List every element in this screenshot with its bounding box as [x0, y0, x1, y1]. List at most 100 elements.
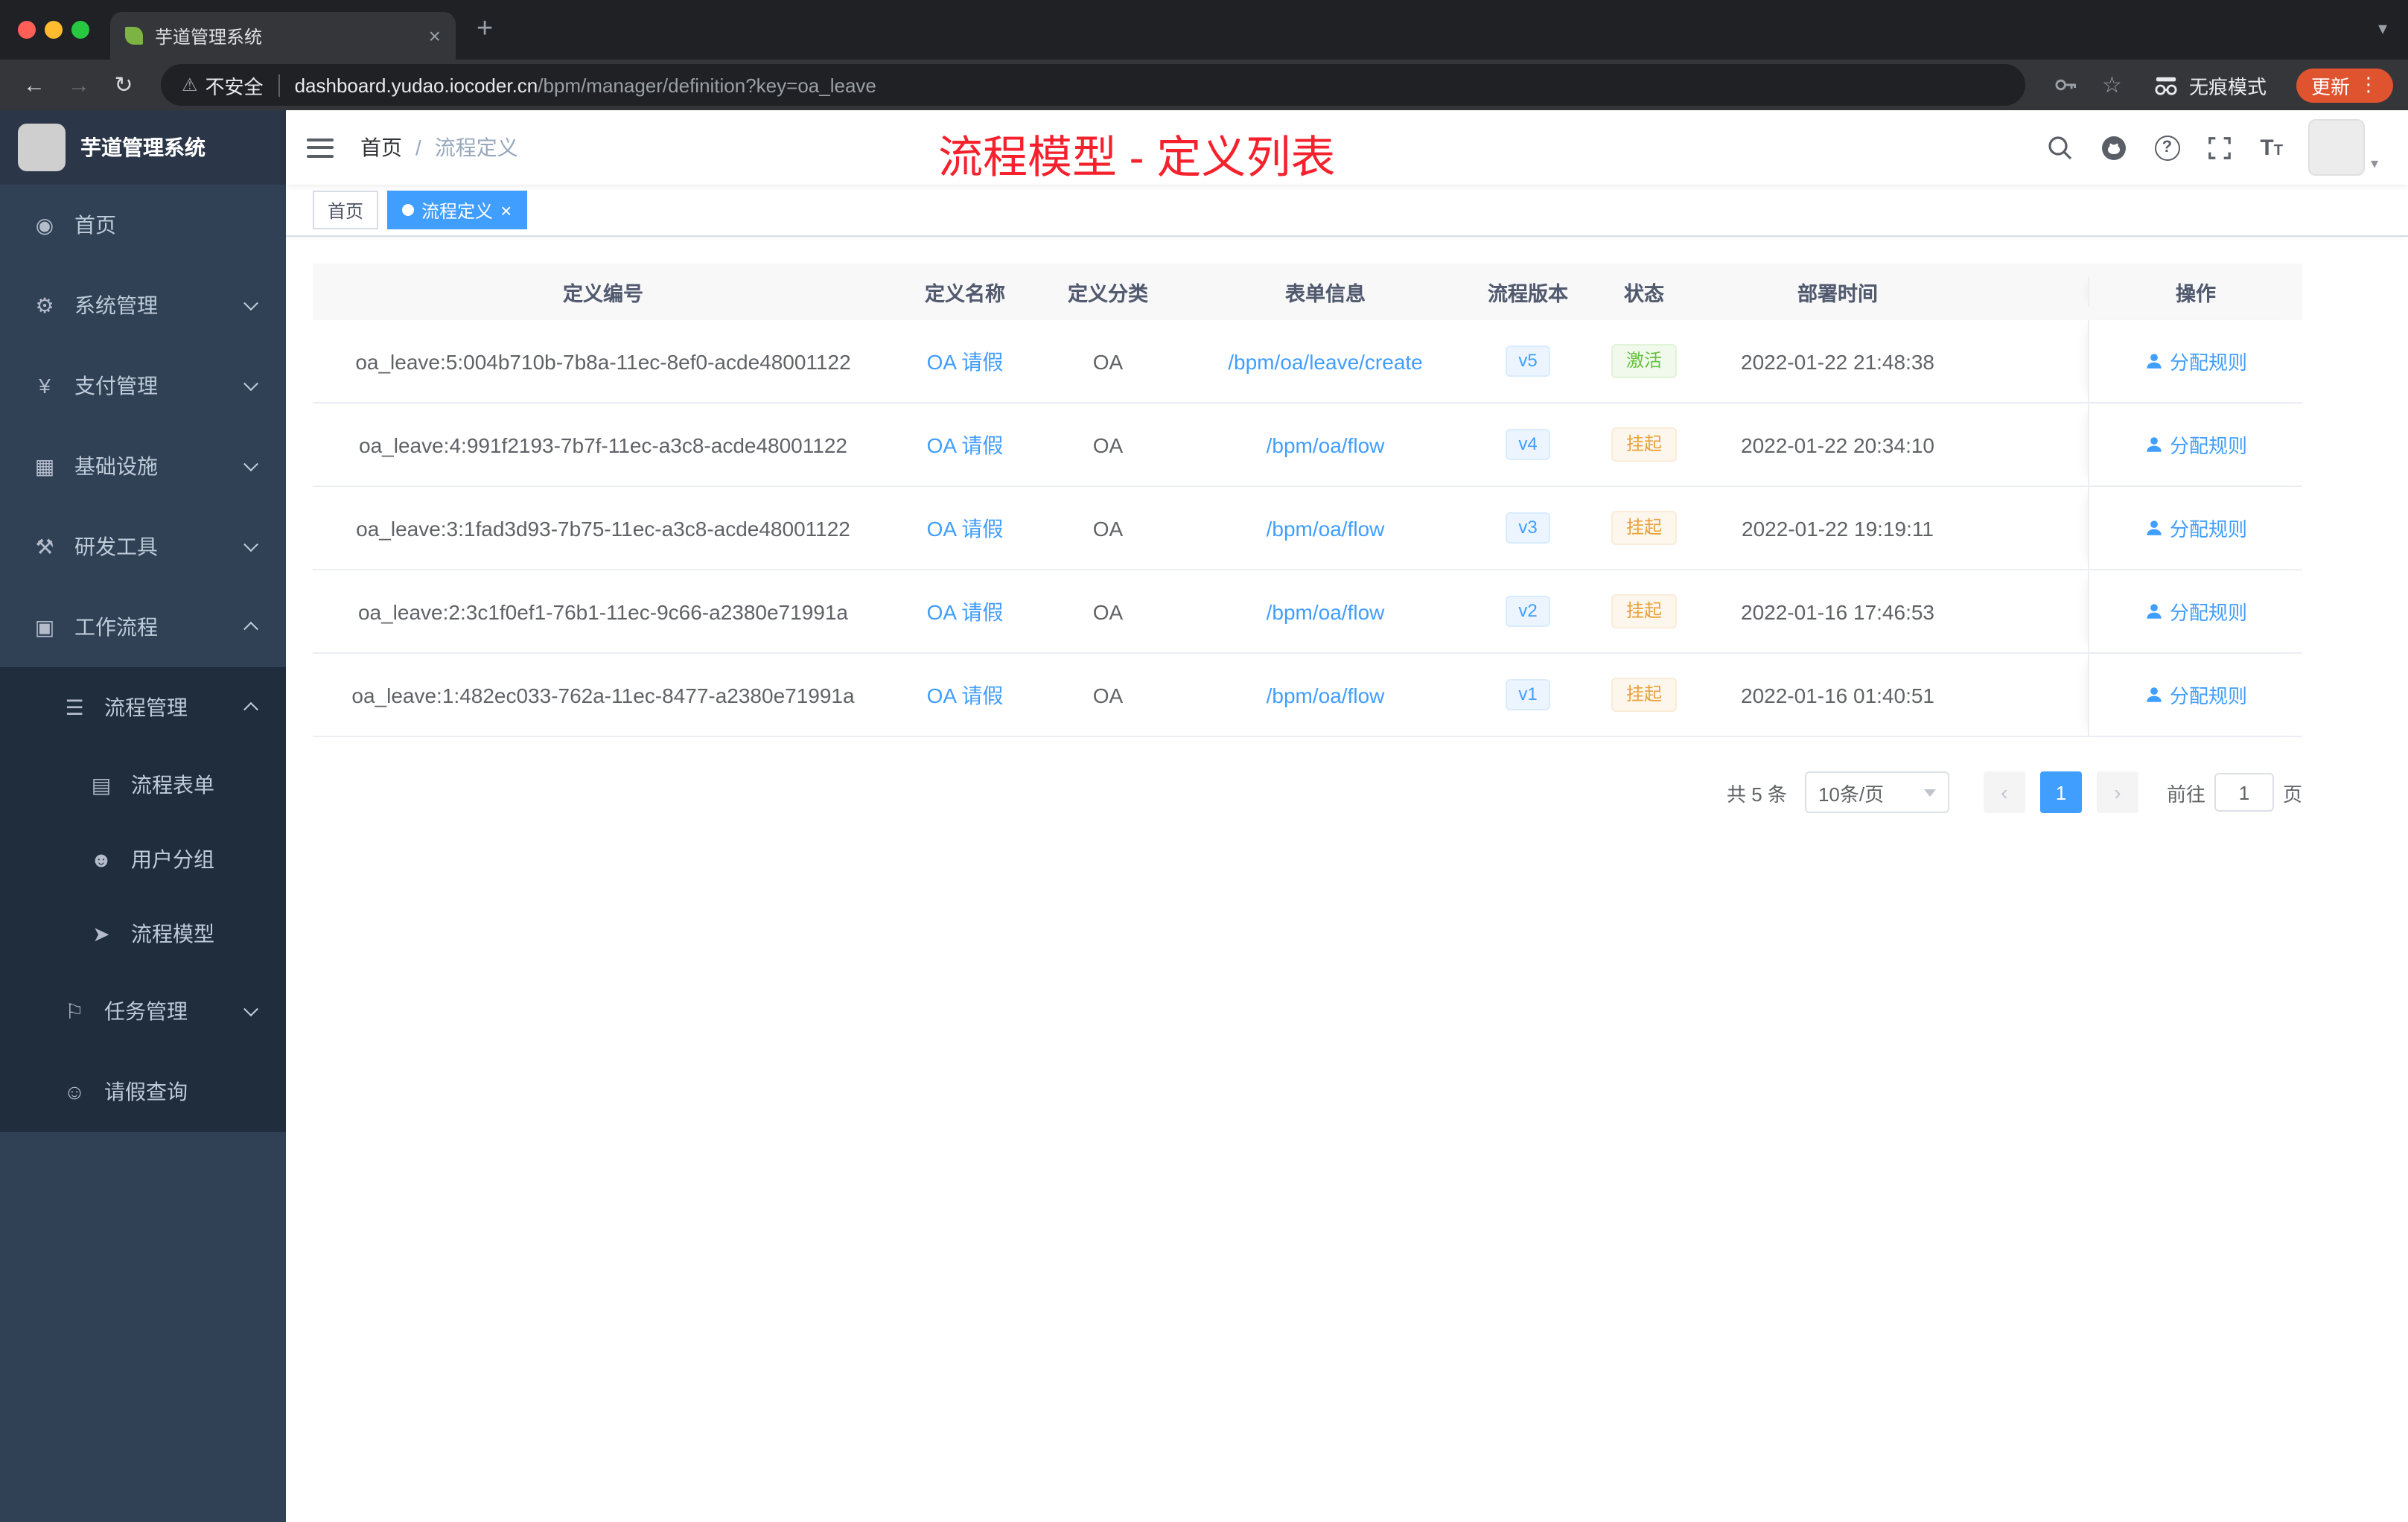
cell-definition-id: oa_leave:5:004b710b-7b8a-11ec-8ef0-acde4…: [355, 349, 851, 373]
reload-button[interactable]: ↻: [104, 71, 143, 98]
table-row: oa_leave:3:1fad3d93-7b75-11ec-a3c8-acde4…: [313, 487, 2302, 570]
form-info-link[interactable]: /bpm/oa/flow: [1267, 599, 1385, 623]
sidebar-item-process-management[interactable]: ☰ 流程管理: [0, 667, 286, 748]
user-icon: [2147, 354, 2162, 369]
prev-page-button[interactable]: ‹: [1983, 771, 2025, 813]
col-process-version: 流程版本: [1488, 283, 1568, 305]
assign-rule-link[interactable]: 分配规则: [2144, 681, 2247, 709]
sidebar-item-label: 首页: [74, 213, 116, 237]
not-secure-label[interactable]: 不安全: [206, 71, 264, 99]
current-page-button[interactable]: 1: [2039, 771, 2082, 813]
paper-plane-icon: ➤: [92, 921, 110, 945]
definition-name-link[interactable]: OA 请假: [927, 513, 1004, 543]
forward-button: →: [68, 72, 90, 98]
hamburger-icon[interactable]: [307, 138, 334, 157]
definition-name-link[interactable]: OA 请假: [927, 346, 1004, 376]
tag-process-definition[interactable]: 流程定义 ×: [387, 191, 527, 229]
tag-label: 流程定义: [421, 200, 494, 221]
definition-name-link[interactable]: OA 请假: [927, 596, 1004, 626]
zoom-window-button[interactable]: [71, 21, 89, 39]
main-panel: 首页 / 流程定义 流程模型 - 定义列表 ? TT ▾ 首页 流程定义 × 定…: [286, 110, 2408, 1522]
sidebar-item-home[interactable]: ◉ 首页: [0, 185, 286, 265]
address-bar[interactable]: ⚠ 不安全 dashboard.yudao.iocoder.cn /bpm/ma…: [161, 64, 2025, 106]
chevron-down-icon: [243, 296, 258, 311]
page-size-select[interactable]: 10条/页: [1804, 771, 1949, 813]
cell-definition-id: oa_leave:3:1fad3d93-7b75-11ec-a3c8-acde4…: [356, 516, 850, 540]
table-row: oa_leave:5:004b710b-7b8a-11ec-8ef0-acde4…: [313, 320, 2302, 404]
breadcrumb-home-link[interactable]: 首页: [360, 133, 402, 162]
sidebar-item-label: 流程模型: [131, 922, 214, 946]
col-definition-category: 定义分类: [1068, 283, 1148, 305]
assign-rule-link[interactable]: 分配规则: [2144, 514, 2247, 542]
assign-rule-link[interactable]: 分配规则: [2144, 597, 2247, 625]
definition-name-link[interactable]: OA 请假: [927, 430, 1004, 459]
new-tab-button[interactable]: +: [477, 13, 493, 46]
assign-rule-link[interactable]: 分配规则: [2144, 347, 2247, 375]
form-info-link[interactable]: /bpm/oa/flow: [1267, 516, 1385, 540]
cell-deploy-time: 2022-01-22 20:34:10: [1741, 433, 1934, 456]
tab-favicon-icon: [125, 27, 143, 45]
help-icon[interactable]: ?: [2154, 135, 2180, 160]
sidebar-item-label: 研发工具: [74, 535, 158, 558]
sidebar-item-payment[interactable]: ¥ 支付管理: [0, 346, 286, 426]
sidebar-logo[interactable]: 芋道管理系统: [0, 110, 286, 185]
browser-tab-strip: 芋道管理系统 × + ▾: [0, 0, 2408, 60]
chevron-up-icon: [243, 621, 258, 637]
github-icon[interactable]: [2099, 133, 2129, 162]
sidebar-item-devtools[interactable]: ⚒ 研发工具: [0, 506, 286, 587]
back-button[interactable]: ←: [15, 72, 54, 98]
table-header: 定义编号 定义名称 定义分类 表单信息 流程版本 状态 部署时间 操作: [313, 264, 2302, 320]
logo-image: [18, 124, 66, 171]
incognito-label: 无痕模式: [2188, 75, 2267, 98]
total-count: 共 5 条: [1727, 783, 1787, 805]
sidebar-item-label: 流程表单: [131, 773, 214, 797]
url-separator: [278, 74, 280, 96]
page-size-value: 10条/页: [1818, 783, 1885, 805]
version-badge: v4: [1505, 428, 1551, 461]
font-size-icon[interactable]: TT: [2260, 135, 2283, 160]
version-badge: v3: [1505, 512, 1551, 544]
sidebar-item-user-group[interactable]: ☻ 用户分组: [0, 822, 286, 897]
sidebar-item-process-model[interactable]: ➤ 流程模型: [0, 897, 286, 971]
menu-dots-icon[interactable]: ⋮: [2359, 73, 2378, 97]
sidebar-item-leave-query[interactable]: ☺ 请假查询: [0, 1051, 286, 1132]
bookmark-star-icon[interactable]: ☆: [2102, 71, 2122, 98]
version-badge: v5: [1505, 345, 1551, 378]
user-menu[interactable]: ▾: [2307, 119, 2378, 176]
fullscreen-icon[interactable]: [2205, 133, 2235, 162]
form-info-link[interactable]: /bpm/oa/flow: [1267, 683, 1385, 707]
password-key-icon[interactable]: [2051, 71, 2078, 98]
next-page-button[interactable]: ›: [2096, 771, 2138, 813]
browser-update-button[interactable]: 更新 ⋮: [2296, 68, 2393, 102]
tag-close-icon[interactable]: ×: [500, 200, 512, 220]
avatar[interactable]: [2307, 119, 2365, 176]
minimize-window-button[interactable]: [45, 21, 63, 39]
assign-rule-link[interactable]: 分配规则: [2144, 430, 2247, 459]
pagination: 共 5 条 10条/页 ‹ 1 › 前往 页: [313, 771, 2302, 813]
sidebar-item-task-management[interactable]: ⚐ 任务管理: [0, 971, 286, 1051]
browser-toolbar: ← → ↻ ⚠ 不安全 dashboard.yudao.iocoder.cn /…: [0, 60, 2408, 110]
browser-tab[interactable]: 芋道管理系统 ×: [110, 12, 456, 60]
status-badge: 挂起: [1611, 593, 1677, 629]
tab-close-icon[interactable]: ×: [429, 25, 441, 46]
app-window: 芋道管理系统 ◉ 首页 ⚙ 系统管理 ¥ 支付管理 ▦ 基础设施 ⚒ 研发工具 …: [0, 110, 2408, 1522]
cell-deploy-time: 2022-01-22 19:19:11: [1742, 516, 1934, 540]
sidebar-item-system[interactable]: ⚙ 系统管理: [0, 265, 286, 346]
sidebar-item-workflow[interactable]: ▣ 工作流程: [0, 587, 286, 667]
definition-name-link[interactable]: OA 请假: [927, 680, 1004, 710]
sidebar-item-infrastructure[interactable]: ▦ 基础设施: [0, 426, 286, 506]
form-info-link[interactable]: /bpm/oa/flow: [1267, 433, 1385, 456]
goto-page-input[interactable]: [2214, 773, 2274, 812]
cell-definition-id: oa_leave:2:3c1f0ef1-76b1-11ec-9c66-a2380…: [357, 599, 848, 623]
search-icon[interactable]: [2044, 133, 2074, 162]
sidebar-item-process-form[interactable]: ▤ 流程表单: [0, 748, 286, 822]
cell-category: OA: [1092, 516, 1124, 540]
tab-search-chevron-icon[interactable]: ▾: [2378, 18, 2387, 39]
cell-category: OA: [1092, 599, 1124, 623]
form-info-link[interactable]: /bpm/oa/leave/create: [1228, 349, 1423, 373]
close-window-button[interactable]: [18, 21, 36, 39]
chevron-down-icon: [243, 456, 258, 472]
workflow-icon: ▣: [34, 614, 55, 638]
tag-home[interactable]: 首页: [313, 191, 379, 229]
avatar-caret-icon: ▾: [2370, 156, 2378, 173]
